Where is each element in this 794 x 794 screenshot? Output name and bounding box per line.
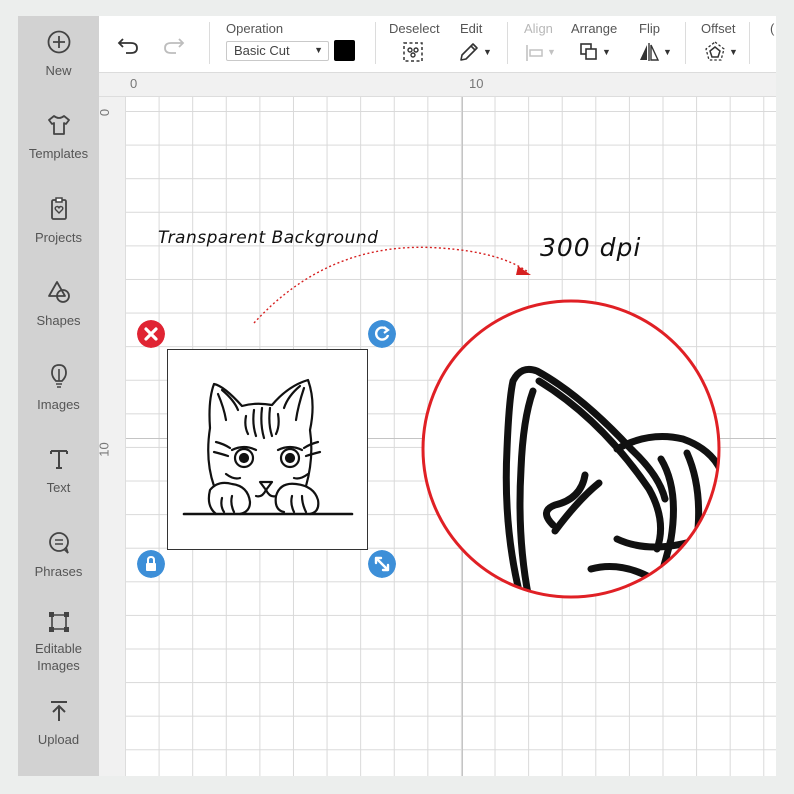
upload-icon — [50, 701, 67, 721]
clipboard-heart-icon — [50, 197, 67, 220]
flip-label: Flip — [639, 21, 660, 36]
ruler-label: 10 — [96, 442, 112, 457]
operation-select[interactable]: Basic Cut ▼ — [226, 41, 329, 61]
sidebar-item-label: New — [45, 63, 72, 78]
chevron-down-icon: ▼ — [483, 47, 492, 57]
speech-bubble-icon — [48, 532, 69, 554]
align-label: Align — [524, 21, 553, 36]
chevron-down-icon: ▼ — [663, 47, 672, 57]
offset-label: Offset — [701, 21, 736, 36]
toolbar-divider — [375, 22, 376, 64]
editable-image-icon — [48, 612, 69, 632]
sidebar: New Templates Projects Shapes Images Tex… — [18, 16, 99, 776]
sidebar-item-templates[interactable]: Templates — [18, 111, 99, 162]
toolbar-divider — [749, 22, 750, 64]
arrange-icon[interactable] — [578, 41, 600, 63]
sidebar-item-upload[interactable]: Upload — [18, 697, 99, 748]
toolbar-divider — [209, 22, 210, 64]
pencil-icon[interactable] — [457, 40, 481, 64]
toolbar-divider — [685, 22, 686, 64]
rotate-handle-icon[interactable] — [368, 320, 396, 348]
offset-icon[interactable] — [703, 40, 727, 64]
sidebar-item-new[interactable]: New — [18, 28, 99, 79]
ruler-label: 10 — [469, 76, 484, 91]
edit-label: Edit — [460, 21, 483, 36]
sidebar-item-label: Templates — [28, 146, 89, 161]
ruler-label: 0 — [130, 76, 138, 91]
operation-label: Operation — [226, 21, 284, 36]
sidebar-item-label: Projects — [35, 230, 82, 245]
ruler-label: 0 — [97, 108, 113, 117]
lock-handle-icon[interactable] — [137, 550, 165, 578]
sidebar-item-shapes[interactable]: Shapes — [18, 278, 99, 329]
sidebar-item-label: Text — [46, 480, 71, 495]
toolbar-divider — [507, 22, 508, 64]
sidebar-item-label: Shapes — [36, 313, 81, 328]
sidebar-item-label: Upload — [37, 732, 80, 747]
chevron-down-icon: ▼ — [547, 47, 556, 57]
chevron-down-icon: ▼ — [602, 47, 611, 57]
text-icon — [49, 450, 68, 469]
sidebar-item-label: Phrases — [34, 564, 83, 579]
grid-major-line — [462, 97, 463, 776]
arrange-label: Arrange — [571, 21, 618, 36]
more-tool-icon[interactable]: ( — [770, 21, 774, 36]
deselect-label: Deselect — [389, 21, 440, 36]
chevron-down-icon: ▼ — [729, 47, 738, 57]
chevron-down-icon: ▼ — [314, 45, 323, 55]
tshirt-icon — [47, 115, 70, 135]
sidebar-item-editable-images[interactable]: Editable Images — [18, 608, 99, 674]
undo-icon[interactable] — [116, 34, 142, 56]
operation-value: Basic Cut — [234, 43, 290, 58]
shapes-icon — [47, 281, 70, 303]
sidebar-item-phrases[interactable]: Phrases — [18, 529, 99, 580]
ruler-left: 0 10 — [96, 97, 126, 776]
ruler-top: 0 10 — [99, 73, 776, 97]
resize-handle-icon[interactable] — [368, 550, 396, 578]
sidebar-item-text[interactable]: Text — [18, 445, 99, 496]
lightbulb-icon — [50, 364, 67, 388]
design-canvas[interactable] — [126, 97, 776, 776]
flip-icon[interactable] — [637, 41, 661, 63]
delete-handle-icon[interactable] — [137, 320, 165, 348]
redo-icon[interactable] — [160, 34, 186, 56]
sidebar-item-label: Images — [37, 397, 80, 412]
color-swatch[interactable] — [334, 40, 355, 61]
sidebar-item-images[interactable]: Images — [18, 362, 99, 413]
toolbar: Operation Basic Cut ▼ Deselect Edit ▼ Al… — [99, 16, 776, 73]
grid-major-line — [126, 438, 776, 439]
plus-circle-icon — [47, 30, 70, 54]
sidebar-item-projects[interactable]: Projects — [18, 195, 99, 246]
app-window: New Templates Projects Shapes Images Tex… — [18, 16, 776, 776]
deselect-icon[interactable] — [401, 40, 425, 64]
sidebar-item-label: Editable Images — [35, 641, 82, 673]
align-icon — [526, 45, 543, 61]
